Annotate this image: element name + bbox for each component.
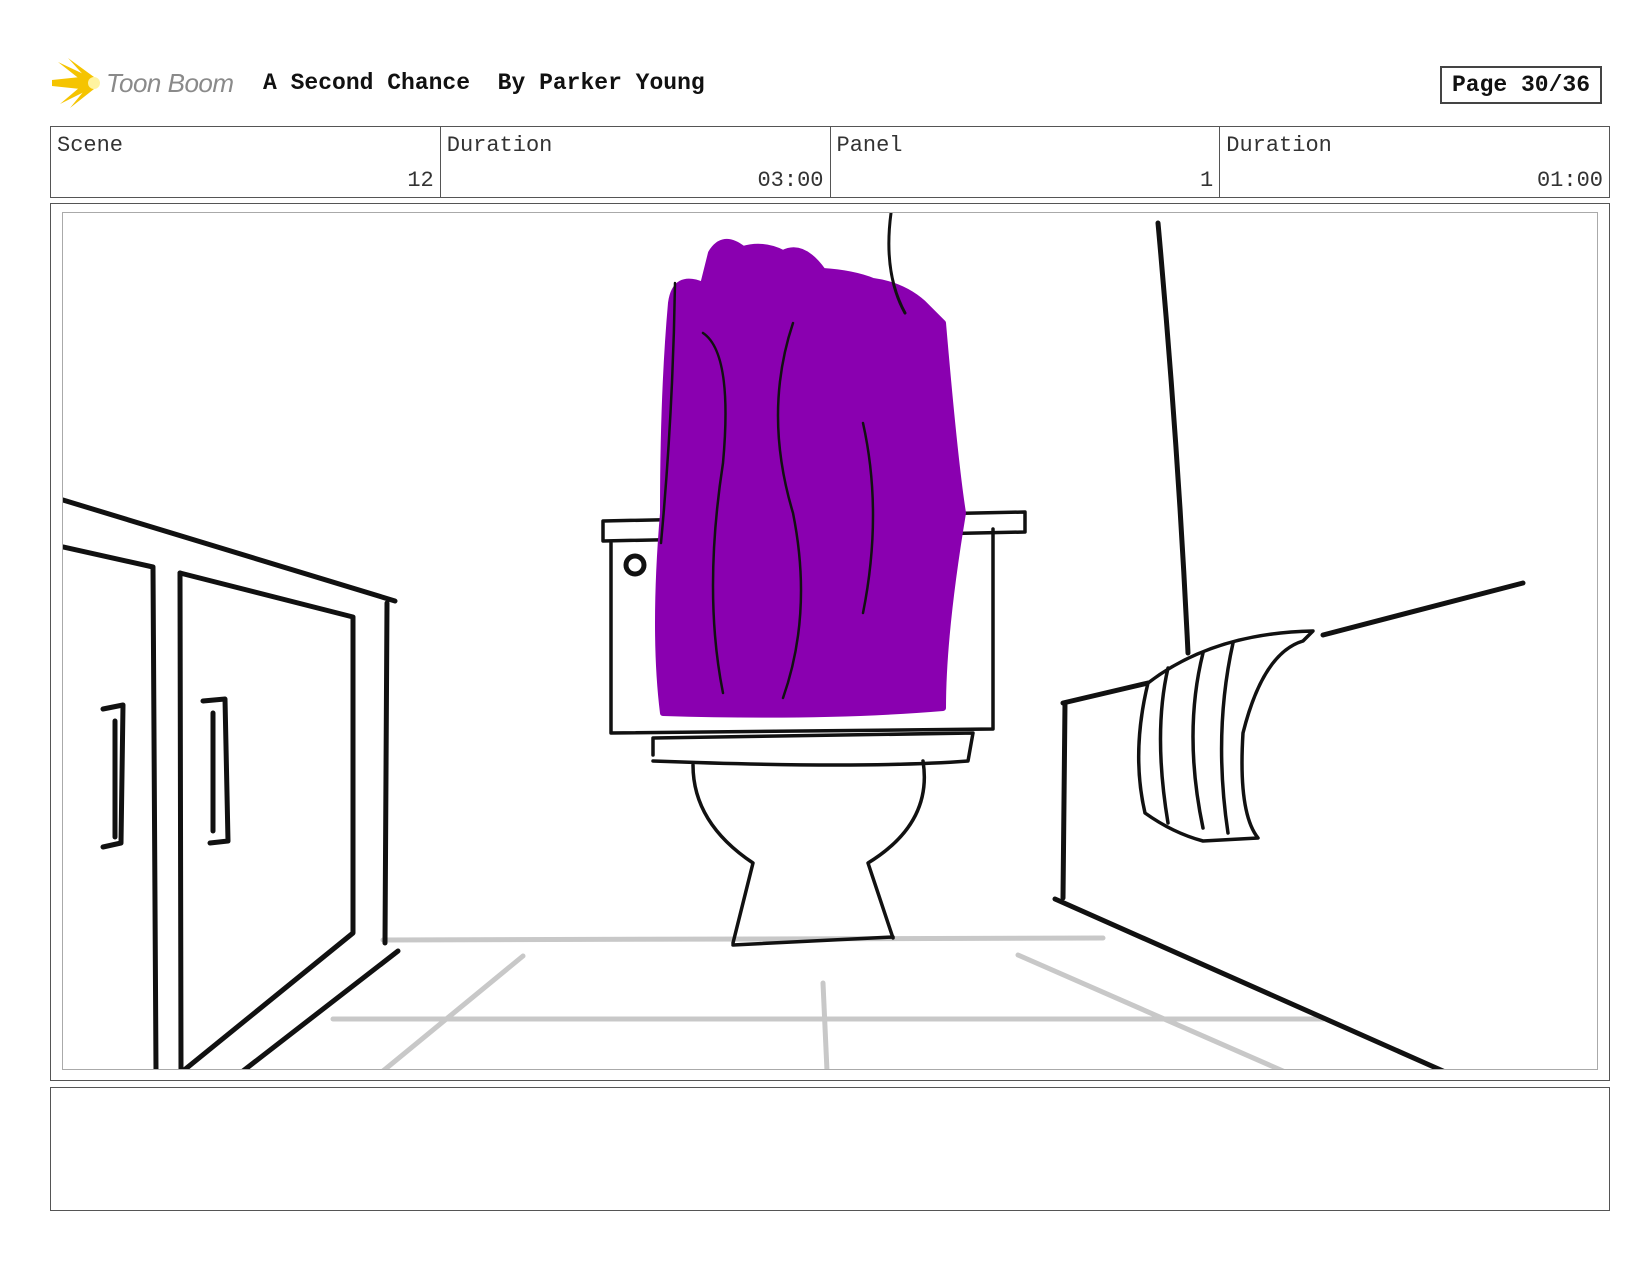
scene-value: 12 [407,168,434,193]
panel-duration-cell: Duration 01:00 [1220,127,1609,197]
project-title-line: A Second Chance By Parker Young [263,70,705,96]
panel-notes-box[interactable] [50,1087,1610,1211]
page-header: Toon Boom A Second Chance By Parker Youn… [50,58,1610,108]
star-burst-icon [52,58,100,108]
storyboard-panel [50,203,1610,1081]
scene-duration-label: Duration [446,133,553,158]
panel-cell: Panel 1 [831,127,1221,197]
scene-duration-value: 03:00 [757,168,824,193]
toon-boom-logo: Toon Boom [50,58,234,108]
vanity-cabinet [63,497,401,1069]
panel-duration-value: 01:00 [1536,168,1603,193]
scene-duration-cell: Duration 03:00 [441,127,831,197]
logo-text: Toon Boom [106,67,234,98]
project-title: A Second Chance [263,70,471,96]
page-number: Page 30/36 [1440,66,1602,104]
scene-cell: Scene 12 [51,127,441,197]
panel-value: 1 [1200,168,1214,193]
bathroom-sketch [63,213,1526,1069]
scene-info-table: Scene 12 Duration 03:00 Panel 1 Duration… [50,126,1610,198]
towel [1136,629,1315,843]
panel-label: Panel [836,133,903,158]
author-credit: By Parker Young [497,70,705,96]
scene-label: Scene [57,133,124,158]
floor-tiles [330,935,1326,1069]
seat-cover [655,239,966,718]
panel-image [62,212,1598,1070]
panel-notes-text [51,1088,1609,1104]
panel-duration-label: Duration [1226,133,1332,158]
